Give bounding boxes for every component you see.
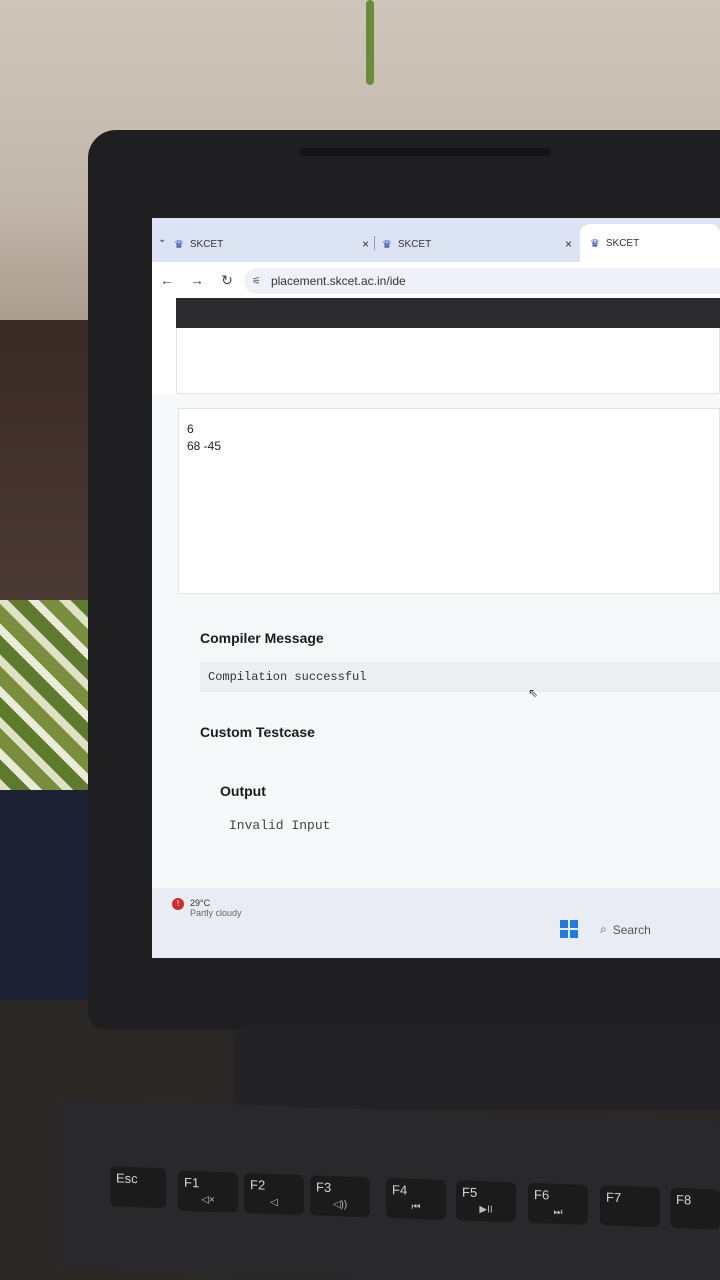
key-f2[interactable]: F2 ◁ [244, 1172, 304, 1215]
skcet-favicon-icon: ♛ [174, 238, 184, 251]
key-esc[interactable]: Esc [110, 1166, 166, 1209]
browser-tab-1[interactable]: ♛ SKCET × [174, 230, 369, 258]
weather-alert-icon: ! [172, 898, 184, 910]
key-f3[interactable]: F3 ◁)) [310, 1175, 370, 1218]
output-text: Invalid Input [229, 818, 331, 833]
compiler-message-box: Compilation successful [200, 662, 720, 692]
input-line: 68 -45 [187, 439, 222, 453]
tab-search-chevron-icon[interactable]: ⌄ [158, 234, 172, 248]
browser-tab-2[interactable]: ♛ SKCET × [382, 230, 572, 258]
laptop-webcam-bar [300, 148, 550, 156]
custom-input-textarea[interactable]: 6 68 -45 [178, 408, 720, 594]
address-bar[interactable]: ⚟ placement.skcet.ac.in/ide [244, 268, 720, 294]
forward-arrow-icon[interactable]: → [182, 272, 212, 288]
windows-start-icon[interactable] [560, 920, 578, 938]
tab-close-icon[interactable]: × [565, 237, 572, 251]
address-url: placement.skcet.ac.in/ide [270, 274, 406, 288]
taskbar-search-label: Search [612, 922, 651, 937]
laptop-keyboard: Esc F1 ◁× F2 ◁ F3 ◁)) F4 ⏮ F5 ▶II F6 ⏭ F7 F8 [60, 1098, 720, 1280]
mouse-pointer-icon: ⇖ [528, 686, 539, 700]
reload-icon[interactable]: ↻ [212, 272, 242, 289]
output-heading: Output [220, 783, 266, 799]
compiler-message-heading: Compiler Message [200, 630, 324, 646]
skcet-favicon-icon: ♛ [590, 237, 600, 250]
laptop-screen: ⌄ ♛ SKCET × ♛ SKCET × ♛ SKCET ← → ↻ ⚟ pl… [152, 218, 720, 958]
key-f6[interactable]: F6 ⏭ [528, 1182, 588, 1225]
key-f8[interactable]: F8 [670, 1187, 720, 1230]
laptop-hinge [235, 1025, 720, 1110]
key-f1[interactable]: F1 ◁× [178, 1170, 238, 1213]
background-cable [366, 0, 374, 85]
weather-condition: Partly cloudy [190, 908, 242, 918]
key-f5[interactable]: F5 ▶II [456, 1180, 516, 1223]
search-icon: ⌕ [600, 922, 607, 936]
compiler-message-text: Compilation successful [208, 670, 367, 684]
skcet-favicon-icon: ♛ [382, 238, 392, 251]
code-editor-panel[interactable] [176, 328, 720, 394]
tab-close-icon[interactable]: × [362, 237, 369, 251]
key-f4[interactable]: F4 ⏮ [386, 1177, 446, 1220]
browser-tab-strip: ⌄ ♛ SKCET × ♛ SKCET × ♛ SKCET [152, 218, 720, 262]
tab-separator [374, 236, 375, 250]
browser-toolbar: ← → ↻ ⚟ placement.skcet.ac.in/ide [152, 262, 720, 298]
site-info-icon[interactable]: ⚟ [252, 276, 261, 287]
key-f7[interactable]: F7 [600, 1185, 660, 1228]
windows-taskbar: ! 29°C Partly cloudy ⌕ Search [152, 888, 720, 958]
browser-tab-3-active[interactable]: ♛ SKCET [580, 224, 720, 262]
weather-widget[interactable]: ! 29°C Partly cloudy [172, 898, 242, 918]
background-blanket [0, 600, 100, 810]
editor-header-bar [176, 298, 720, 328]
weather-temperature: 29°C [190, 898, 211, 908]
custom-testcase-toggle[interactable]: Custom Testcase [200, 724, 315, 740]
input-line: 6 [187, 422, 194, 436]
back-arrow-icon[interactable]: ← [152, 272, 182, 288]
taskbar-search[interactable]: ⌕ Search [600, 922, 651, 937]
